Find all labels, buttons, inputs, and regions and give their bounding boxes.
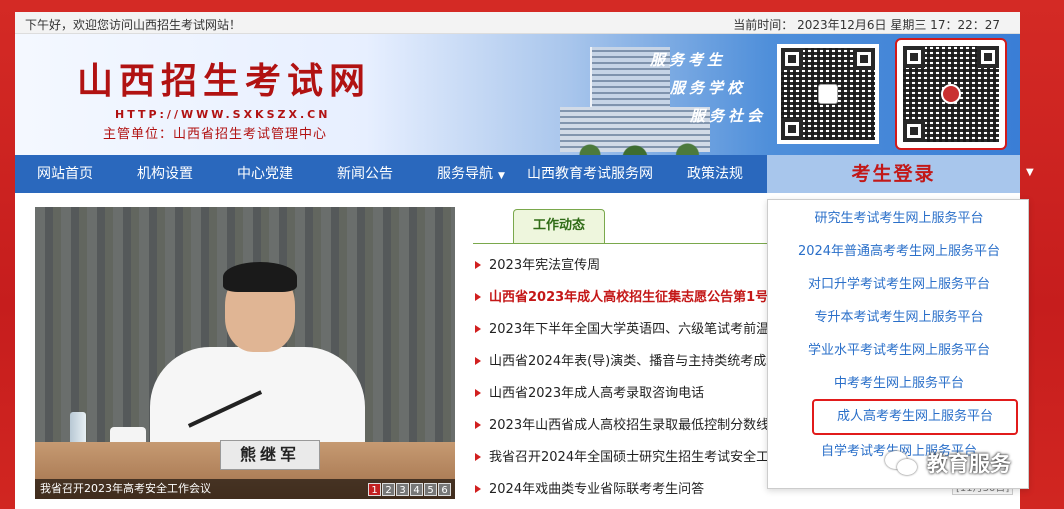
nav-policy[interactable]: 政策法规 xyxy=(687,155,743,193)
news-item[interactable]: 2023年下半年全国大学英语四、六级笔试考前温馨提示 xyxy=(473,314,773,346)
bullet-arrow-icon xyxy=(475,485,481,493)
nameplate: 熊继军 xyxy=(220,440,320,470)
slogan-schools: 服务学校 xyxy=(670,79,747,97)
header-banner: 山西招生考试网 HTTP://WWW.SXKSZX.CN 主管单位：山西省招生考… xyxy=(15,34,1020,167)
news-item[interactable]: 山西省2024年表(导)演类、播音与主持类统考成绩公布 xyxy=(473,346,773,378)
page-container: 下午好，欢迎您访问山西招生考试网站！ 当前时间： 2023年12月6日 星期三 … xyxy=(15,12,1029,509)
bullet-arrow-icon xyxy=(475,357,481,365)
news-item[interactable]: 山西省2023年成人高考录取咨询电话 xyxy=(473,378,773,410)
site-sponsor: 主管单位：山西省招生考试管理中心 xyxy=(103,127,328,142)
slider-page-5[interactable]: 5 xyxy=(424,483,437,496)
wechat-watermark: 教育服务 xyxy=(885,448,1011,478)
bullet-arrow-icon xyxy=(475,453,481,461)
nav-home[interactable]: 网站首页 xyxy=(37,155,93,193)
dropdown-item-graduate[interactable]: 研究生考试考生网上服务平台 xyxy=(768,202,1030,235)
welcome-text: 下午好，欢迎您访问山西招生考试网站！ xyxy=(25,18,242,32)
qr-code-wechat[interactable] xyxy=(895,38,1007,150)
tab-work-news[interactable]: 工作动态 xyxy=(513,209,605,243)
dropdown-item-upgrade[interactable]: 专升本考试考生网上服务平台 xyxy=(768,301,1030,334)
slider-page-2[interactable]: 2 xyxy=(382,483,395,496)
slogan-students: 服务考生 xyxy=(650,51,727,69)
candidate-login-tab[interactable]: 考生登录 xyxy=(767,155,1020,193)
nav-news[interactable]: 新闻公告 xyxy=(337,155,393,193)
wechat-seal-icon xyxy=(941,84,961,104)
news-item[interactable]: 山西省2023年成人高校招生征集志愿公告第1号 xyxy=(473,282,773,314)
slider-page-1[interactable]: 1 xyxy=(368,483,381,496)
top-bar: 下午好，欢迎您访问山西招生考试网站！ 当前时间： 2023年12月6日 星期三 … xyxy=(15,12,1020,34)
site-title: 山西招生考试网 xyxy=(77,60,372,102)
dropdown-item-zhongkao[interactable]: 中考考生网上服务平台 xyxy=(768,367,1030,400)
slider-page-3[interactable]: 3 xyxy=(396,483,409,496)
dropdown-item-gaokao[interactable]: 2024年普通高考考生网上服务平台 xyxy=(768,235,1030,268)
site-url: HTTP://WWW.SXKSZX.CN xyxy=(115,108,331,121)
qr-code-website[interactable] xyxy=(777,44,879,144)
main-nav: 网站首页 机构设置 中心党建 新闻公告 服务导航 ▼ 山西教育考试服务网 政策法规 xyxy=(15,155,767,193)
slider-pager: 1 2 3 4 5 6 xyxy=(368,483,451,496)
current-time: 当前时间： 2023年12月6日 星期三 17：22：27 xyxy=(733,18,1000,32)
bullet-arrow-icon xyxy=(475,293,481,301)
chevron-down-icon[interactable]: ▼ xyxy=(1026,167,1034,178)
candidate-login-dropdown: 研究生考试考生网上服务平台 2024年普通高考考生网上服务平台 对口升学考试考生… xyxy=(767,199,1029,489)
dropdown-item-proficiency[interactable]: 学业水平考试考生网上服务平台 xyxy=(768,334,1030,367)
news-photo-slider[interactable]: 熊继军 我省召开2023年高考安全工作会议 1 2 3 4 5 6 xyxy=(35,207,455,499)
bullet-arrow-icon xyxy=(475,325,481,333)
wechat-icon xyxy=(885,449,921,477)
nav-organization[interactable]: 机构设置 xyxy=(137,155,193,193)
slider-page-6[interactable]: 6 xyxy=(438,483,451,496)
nav-service-guide[interactable]: 服务导航 ▼ xyxy=(437,155,505,193)
bullet-arrow-icon xyxy=(475,261,481,269)
news-item[interactable]: 2023年宪法宣传周 xyxy=(473,250,773,282)
slider-page-4[interactable]: 4 xyxy=(410,483,423,496)
news-item[interactable]: 2023年山西省成人高校招生录取最低控制分数线 xyxy=(473,410,773,442)
news-item[interactable]: 我省召开2024年全国硕士研究生招生考试安全工作会议 xyxy=(473,442,773,474)
nav-exam-service[interactable]: 山西教育考试服务网 xyxy=(527,155,653,193)
qr-logo-icon xyxy=(818,84,838,104)
chevron-down-icon: ▼ xyxy=(498,171,505,181)
news-item[interactable]: 2024年戏曲类专业省际联考考生问答 xyxy=(473,474,773,506)
dropdown-item-adult[interactable]: 成人高考考生网上服务平台 xyxy=(812,399,1018,435)
bullet-arrow-icon xyxy=(475,389,481,397)
dropdown-item-vocational[interactable]: 对口升学考试考生网上服务平台 xyxy=(768,268,1030,301)
nav-party-building[interactable]: 中心党建 xyxy=(237,155,293,193)
slogan-society: 服务社会 xyxy=(690,107,767,125)
bullet-arrow-icon xyxy=(475,421,481,429)
